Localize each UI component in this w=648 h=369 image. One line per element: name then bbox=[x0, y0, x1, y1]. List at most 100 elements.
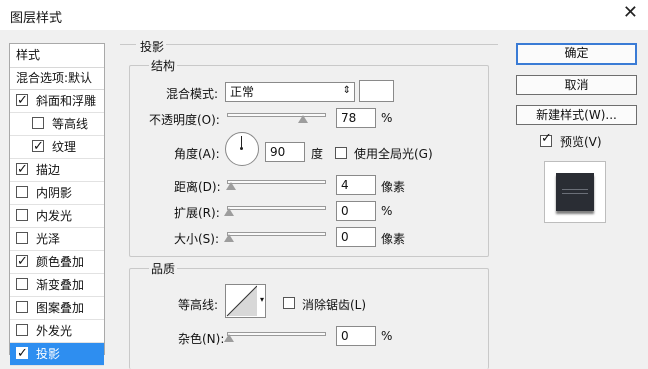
preview-line bbox=[562, 189, 588, 190]
style-item[interactable]: 投影 bbox=[10, 343, 104, 366]
spread-field[interactable]: 0 bbox=[336, 201, 376, 221]
style-item-checkbox[interactable] bbox=[16, 251, 28, 273]
style-item-label: 等高线 bbox=[52, 117, 89, 131]
style-item-label: 纹理 bbox=[52, 140, 77, 154]
blend-mode-value: 正常 bbox=[230, 85, 255, 99]
blend-options-item[interactable]: 混合选项:默认 bbox=[10, 68, 104, 90]
noise-slider-thumb[interactable] bbox=[224, 334, 234, 342]
opacity-slider-track[interactable] bbox=[227, 113, 326, 117]
style-item-label: 内发光 bbox=[36, 209, 73, 223]
section-title-line-right bbox=[166, 44, 498, 45]
global-light-checkbox[interactable] bbox=[335, 147, 347, 159]
opacity-label: 不透明度(O): bbox=[149, 113, 220, 127]
style-item[interactable]: 光泽 bbox=[10, 228, 104, 251]
style-item-checkbox[interactable] bbox=[16, 278, 28, 290]
antialias-label: 消除锯齿(L) bbox=[302, 298, 367, 312]
contour-label: 等高线: bbox=[178, 298, 219, 312]
spread-label: 扩展(R): bbox=[174, 206, 220, 220]
style-item[interactable]: 渐变叠加 bbox=[10, 274, 104, 297]
style-preview-thumbnail bbox=[556, 173, 594, 211]
style-item[interactable]: 描边 bbox=[10, 159, 104, 182]
contour-picker[interactable]: ▾ bbox=[225, 284, 266, 318]
spread-slider-thumb[interactable] bbox=[224, 208, 234, 216]
style-item-label: 投影 bbox=[36, 347, 61, 361]
style-item-label: 内阴影 bbox=[36, 186, 73, 200]
styles-list: 样式 混合选项:默认 斜面和浮雕等高线纹理描边内阴影内发光光泽颜色叠加渐变叠加图… bbox=[9, 43, 105, 366]
blend-mode-select[interactable]: 正常 ⇕ bbox=[225, 82, 355, 102]
distance-unit: 像素 bbox=[381, 180, 406, 194]
style-item-checkbox[interactable] bbox=[32, 117, 44, 129]
style-item-checkbox[interactable] bbox=[16, 301, 28, 313]
spread-unit: % bbox=[381, 204, 393, 218]
angle-dial[interactable] bbox=[225, 132, 259, 166]
quality-title: 品质 bbox=[149, 260, 178, 277]
preview-label: 预览(V) bbox=[560, 135, 602, 149]
style-item-label: 渐变叠加 bbox=[36, 278, 85, 292]
distance-slider-track[interactable] bbox=[227, 180, 326, 184]
style-item-checkbox[interactable] bbox=[16, 90, 28, 112]
style-item[interactable]: 纹理 bbox=[10, 136, 104, 159]
style-item[interactable]: 外发光 bbox=[10, 320, 104, 343]
section-title-line-left bbox=[120, 44, 136, 45]
cancel-button[interactable]: 取消 bbox=[516, 75, 637, 95]
close-icon[interactable]: ✕ bbox=[623, 2, 638, 23]
noise-label: 杂色(N): bbox=[178, 332, 225, 346]
style-item-label: 斜面和浮雕 bbox=[36, 94, 97, 108]
style-item-label: 颜色叠加 bbox=[36, 255, 85, 269]
distance-field[interactable]: 4 bbox=[336, 175, 376, 195]
dropdown-arrow-icon: ▾ bbox=[259, 295, 264, 304]
style-item[interactable]: 内发光 bbox=[10, 205, 104, 228]
title-bar: 图层样式 ✕ bbox=[0, 0, 648, 30]
style-item-label: 图案叠加 bbox=[36, 301, 85, 315]
style-item[interactable]: 图案叠加 bbox=[10, 297, 104, 320]
style-item-checkbox[interactable] bbox=[16, 324, 28, 336]
style-item-checkbox[interactable] bbox=[32, 136, 44, 158]
section-title: 投影 bbox=[140, 40, 165, 54]
distance-slider-thumb[interactable] bbox=[225, 182, 236, 190]
style-item[interactable]: 内阴影 bbox=[10, 182, 104, 205]
style-item-checkbox[interactable] bbox=[16, 186, 28, 198]
angle-unit: 度 bbox=[311, 147, 324, 161]
preview-line bbox=[562, 193, 588, 194]
global-light-label: 使用全局光(G) bbox=[354, 147, 433, 161]
style-item-checkbox[interactable] bbox=[16, 343, 28, 365]
opacity-field[interactable]: 78 bbox=[336, 108, 376, 128]
style-item-checkbox[interactable] bbox=[16, 159, 28, 181]
dialog-title: 图层样式 bbox=[10, 11, 63, 26]
style-item[interactable]: 等高线 bbox=[10, 113, 104, 136]
style-item-label: 外发光 bbox=[36, 324, 73, 338]
angle-label: 角度(A): bbox=[174, 147, 220, 161]
ok-button[interactable]: 确定 bbox=[516, 43, 637, 65]
structure-title: 结构 bbox=[149, 57, 178, 74]
noise-slider-track[interactable] bbox=[227, 332, 326, 336]
styles-header[interactable]: 样式 bbox=[10, 44, 104, 68]
size-unit: 像素 bbox=[381, 232, 406, 246]
spread-slider-track[interactable] bbox=[227, 206, 326, 210]
blend-mode-label: 混合模式: bbox=[166, 87, 219, 101]
updown-arrow-icon: ⇕ bbox=[342, 85, 351, 96]
style-items: 斜面和浮雕等高线纹理描边内阴影内发光光泽颜色叠加渐变叠加图案叠加外发光投影 bbox=[10, 90, 104, 366]
antialias-checkbox[interactable] bbox=[283, 297, 295, 309]
distance-label: 距离(D): bbox=[174, 180, 221, 194]
preview-checkbox[interactable] bbox=[540, 131, 552, 147]
style-preview-swatch bbox=[544, 161, 606, 223]
size-label: 大小(S): bbox=[174, 232, 220, 246]
size-slider-thumb[interactable] bbox=[224, 234, 234, 242]
noise-unit: % bbox=[381, 329, 393, 343]
blend-color-swatch[interactable] bbox=[359, 80, 394, 102]
style-item[interactable]: 斜面和浮雕 bbox=[10, 90, 104, 113]
new-style-button[interactable]: 新建样式(W)... bbox=[516, 105, 637, 125]
noise-field[interactable]: 0 bbox=[336, 326, 376, 346]
style-item-label: 描边 bbox=[36, 163, 61, 177]
angle-dial-center bbox=[240, 147, 243, 150]
opacity-unit: % bbox=[381, 111, 393, 125]
style-item[interactable]: 颜色叠加 bbox=[10, 251, 104, 274]
opacity-slider-thumb[interactable] bbox=[298, 115, 309, 123]
angle-field[interactable]: 90 bbox=[265, 142, 305, 162]
style-item-label: 光泽 bbox=[36, 232, 61, 246]
size-slider-track[interactable] bbox=[227, 232, 326, 236]
contour-linear-icon bbox=[226, 285, 257, 317]
size-field[interactable]: 0 bbox=[336, 227, 376, 247]
style-item-checkbox[interactable] bbox=[16, 232, 28, 244]
style-item-checkbox[interactable] bbox=[16, 209, 28, 221]
